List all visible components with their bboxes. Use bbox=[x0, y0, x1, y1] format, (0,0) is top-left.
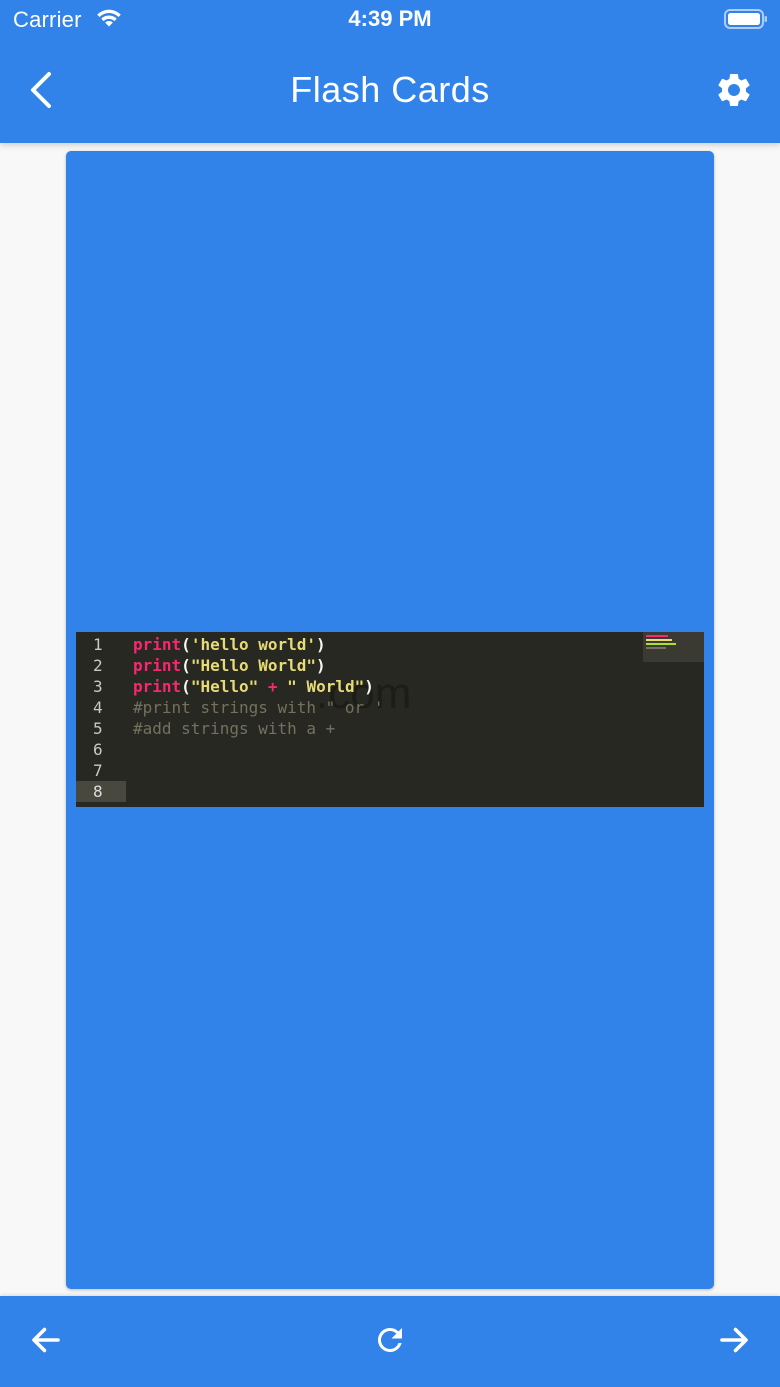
previous-card-button[interactable] bbox=[22, 1316, 70, 1364]
code-comment-line: #print strings with " or ' bbox=[133, 698, 384, 717]
line-number: 6 bbox=[93, 740, 103, 759]
bottom-toolbar bbox=[0, 1296, 780, 1387]
arrow-right-icon bbox=[720, 1327, 748, 1353]
code-screenshot-image: 1 2 3 4 5 6 7 8 .com print('hello world'… bbox=[76, 632, 704, 807]
line-number-gutter: 1 2 3 4 5 6 7 8 bbox=[76, 632, 126, 807]
next-card-button[interactable] bbox=[710, 1316, 758, 1364]
flip-card-button[interactable] bbox=[366, 1316, 414, 1364]
line-number: 2 bbox=[93, 656, 103, 675]
flash-card[interactable]: 1 2 3 4 5 6 7 8 .com print('hello world'… bbox=[66, 151, 714, 1289]
line-number: 8 bbox=[76, 781, 126, 802]
arrow-left-icon bbox=[32, 1327, 60, 1353]
line-number: 1 bbox=[93, 635, 103, 654]
code-comment-line: #add strings with a + bbox=[133, 719, 336, 738]
settings-button[interactable] bbox=[710, 66, 758, 114]
status-bar: Carrier 4:39 PM bbox=[0, 0, 780, 40]
refresh-icon bbox=[378, 1328, 402, 1352]
line-number: 5 bbox=[93, 719, 103, 738]
line-number: 7 bbox=[93, 761, 103, 780]
clock: 4:39 PM bbox=[348, 6, 432, 31]
gear-icon bbox=[718, 73, 750, 106]
page-title: Flash Cards bbox=[290, 69, 490, 110]
top-bar: Carrier 4:39 PM Flash Cards bbox=[0, 0, 780, 143]
editor-minimap bbox=[643, 632, 704, 662]
line-number: 4 bbox=[93, 698, 103, 717]
battery-icon bbox=[724, 9, 767, 29]
code-line: print('hello world') bbox=[133, 635, 326, 654]
app-bar: Flash Cards bbox=[0, 40, 780, 143]
code-line: print("Hello" + " World") bbox=[133, 677, 374, 696]
line-number: 3 bbox=[93, 677, 103, 696]
code-line: print("Hello World") bbox=[133, 656, 326, 675]
